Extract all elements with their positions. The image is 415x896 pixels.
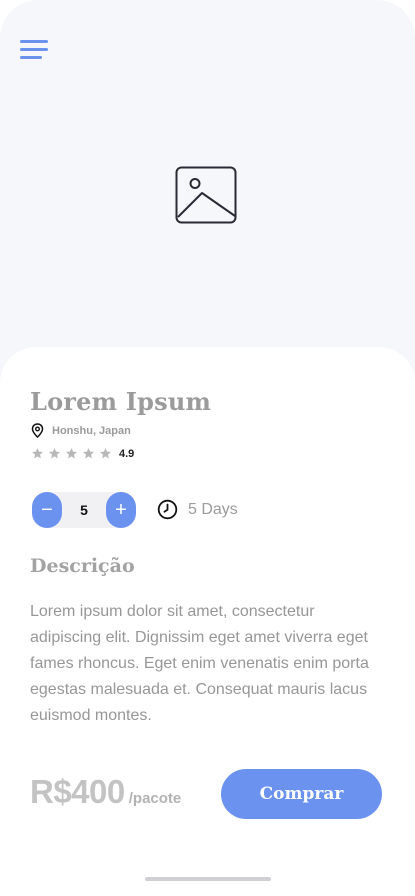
star-icon — [100, 448, 111, 459]
price-amount: R$400 — [30, 773, 125, 810]
hamburger-icon-line-middle — [20, 48, 48, 51]
map-pin-icon — [31, 423, 44, 438]
buy-button[interactable]: Comprar — [221, 769, 382, 819]
quantity-value: 5 — [80, 502, 88, 518]
price-unit: /pacote — [128, 790, 182, 807]
location-text: Honshu, Japan — [52, 424, 131, 437]
rating-value: 4.9 — [119, 447, 135, 460]
hamburger-icon-line-bottom — [20, 56, 42, 59]
hamburger-icon-line-top — [20, 40, 48, 43]
clock-icon — [157, 499, 178, 520]
app-screen: Lorem Ipsum Honshu, Japan 4.9 − 5 + 5 Da… — [0, 0, 415, 896]
menu-button[interactable] — [20, 39, 50, 61]
description-text: Lorem ipsum dolor sit amet, consectetur … — [30, 603, 369, 724]
price: R$400 /pacote — [30, 773, 181, 811]
star-icon — [32, 448, 43, 459]
star-icon — [66, 448, 77, 459]
star-icon — [49, 448, 60, 459]
description-heading: Descrição — [30, 555, 135, 577]
rating: 4.9 — [31, 447, 134, 460]
decrease-button[interactable]: − — [32, 492, 62, 528]
location: Honshu, Japan — [31, 423, 131, 438]
product-title: Lorem Ipsum — [30, 387, 212, 416]
star-icon — [83, 448, 94, 459]
image-placeholder-icon — [175, 166, 237, 224]
quantity-stepper: − 5 + — [32, 492, 136, 528]
increase-button[interactable]: + — [106, 492, 136, 528]
duration: 5 Days — [157, 499, 238, 520]
duration-text: 5 Days — [188, 500, 238, 518]
home-indicator[interactable] — [145, 877, 271, 881]
